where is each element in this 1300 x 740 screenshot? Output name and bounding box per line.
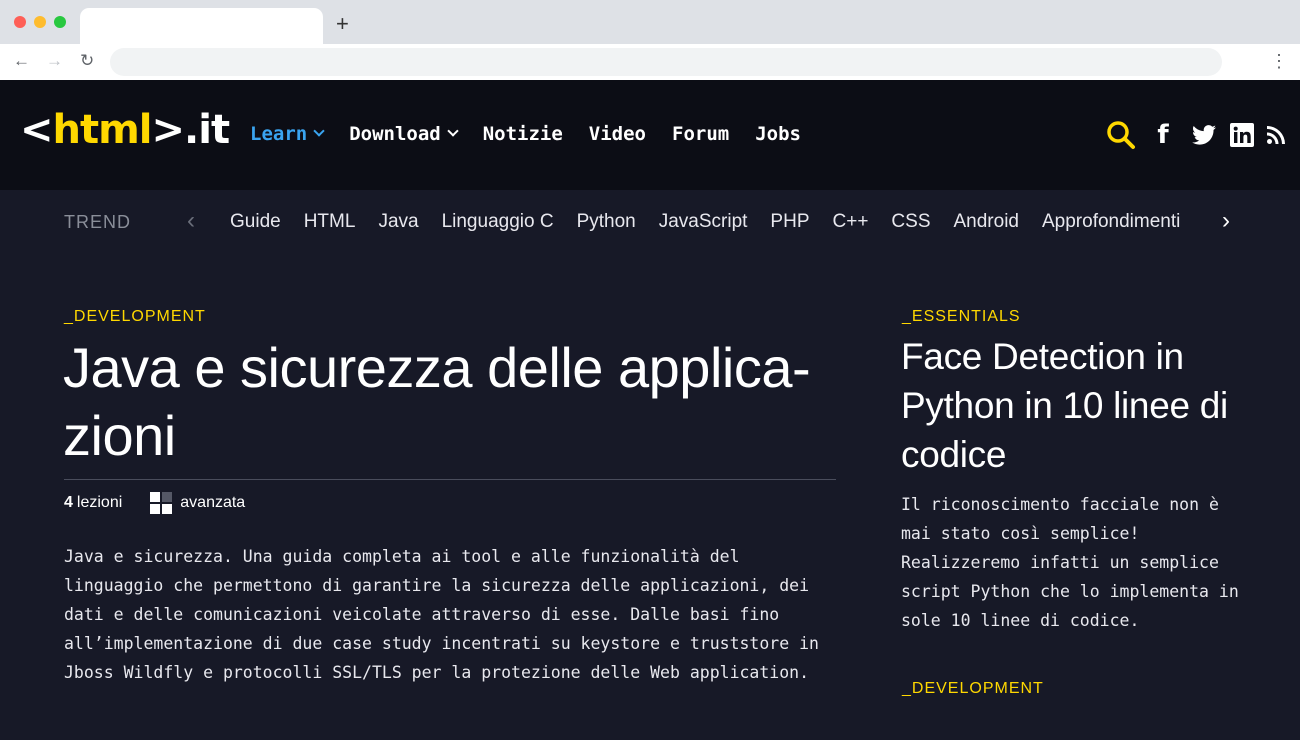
- nav-item-label: Jobs: [755, 123, 801, 145]
- search-icon[interactable]: [1104, 120, 1138, 150]
- article-description: Java e sicurezza. Una guida completa ai …: [64, 547, 819, 682]
- trend-item[interactable]: PHP: [770, 211, 809, 232]
- address-bar[interactable]: [110, 48, 1222, 76]
- minimize-window-button[interactable]: [34, 16, 46, 28]
- facebook-icon[interactable]: f: [1150, 120, 1176, 150]
- browser-tab-bar: +: [0, 0, 1300, 44]
- nav-item-learn[interactable]: Learn: [250, 121, 325, 147]
- trend-item[interactable]: Approfondimenti: [1042, 211, 1180, 232]
- sidebar-next-category[interactable]: _DEVELOPMENT: [902, 679, 1044, 699]
- trend-item[interactable]: Python: [577, 211, 636, 232]
- site-logo[interactable]: <html>.it: [20, 106, 230, 154]
- article-title[interactable]: Java e sicurezza delle applica-zioni: [63, 334, 853, 470]
- trend-list: Guide HTML Java Linguaggio C Python JavaScrip…: [230, 211, 1203, 235]
- nav-item-label: Download: [349, 123, 441, 145]
- linkedin-icon[interactable]: [1228, 120, 1256, 150]
- sidebar-description: Il riconoscimento facciale non è mai sta…: [901, 495, 1239, 630]
- nav-item-label: Notizie: [482, 123, 563, 145]
- close-window-button[interactable]: [14, 16, 26, 28]
- nav-item-download[interactable]: Download: [349, 121, 459, 147]
- new-tab-button[interactable]: +: [336, 12, 349, 36]
- sidebar-title[interactable]: Face Detection in Python in 10 linee di …: [901, 332, 1261, 479]
- chevron-right-icon[interactable]: ›: [1222, 207, 1230, 235]
- trend-label: TREND: [64, 212, 131, 232]
- trend-item[interactable]: Android: [954, 211, 1020, 232]
- trend-bar: TREND ‹ Guide HTML Java Linguaggio C Python J…: [0, 190, 1300, 254]
- browser-tab[interactable]: [80, 8, 323, 44]
- browser-menu-icon[interactable]: ⋮: [1270, 50, 1288, 72]
- chevron-down-icon: [447, 125, 459, 137]
- article-meta: 4 lezioni avanzata: [64, 492, 245, 514]
- trend-item[interactable]: HTML: [304, 211, 356, 232]
- nav-item-label: Video: [588, 123, 646, 145]
- trend-item[interactable]: CSS: [891, 211, 930, 232]
- article-category[interactable]: _DEVELOPMENT: [64, 307, 206, 327]
- lessons-count: 4: [64, 494, 73, 511]
- logo-tld: .it: [184, 107, 230, 153]
- trend-item[interactable]: JavaScript: [659, 211, 748, 232]
- browser-toolbar: ← → ↻ ⋮: [0, 44, 1300, 80]
- trend-item[interactable]: Linguaggio C: [442, 211, 554, 232]
- chevron-down-icon: [313, 125, 325, 137]
- back-icon[interactable]: ←: [13, 50, 30, 72]
- nav-item-label: Forum: [672, 123, 730, 145]
- logo-word: html: [52, 107, 153, 153]
- main-content: _DEVELOPMENT Java e sicurezza delle appl…: [0, 254, 1300, 740]
- forward-icon[interactable]: →: [46, 50, 63, 72]
- sidebar-category[interactable]: _ESSENTIALS: [902, 307, 1021, 327]
- trend-item[interactable]: Guide: [230, 211, 281, 232]
- nav-item-video[interactable]: Video: [589, 121, 646, 147]
- level-label: avanzata: [180, 494, 246, 511]
- logo-open-bracket: <: [20, 107, 54, 153]
- nav-item-notizie[interactable]: Notizie: [483, 121, 563, 147]
- nav-item-jobs[interactable]: Jobs: [755, 121, 801, 147]
- trend-item[interactable]: Java: [378, 211, 418, 232]
- divider: [64, 479, 836, 480]
- level-icon: [150, 492, 173, 514]
- trend-item[interactable]: C++: [833, 211, 869, 232]
- lessons-label: lezioni: [76, 494, 123, 511]
- logo-close-bracket: >: [151, 107, 186, 153]
- rss-icon[interactable]: [1264, 120, 1288, 150]
- maximize-window-button[interactable]: [54, 16, 66, 28]
- nav-item-forum[interactable]: Forum: [672, 121, 729, 147]
- main-nav: Learn Download Notizie Video Forum Jobs: [250, 121, 827, 147]
- chevron-left-icon[interactable]: ‹: [187, 207, 195, 235]
- twitter-icon[interactable]: [1190, 120, 1218, 150]
- site-header: <html>.it Learn Download Notizie Video F…: [0, 80, 1300, 190]
- nav-item-label: Learn: [250, 123, 308, 145]
- reload-icon[interactable]: ↻: [80, 50, 94, 72]
